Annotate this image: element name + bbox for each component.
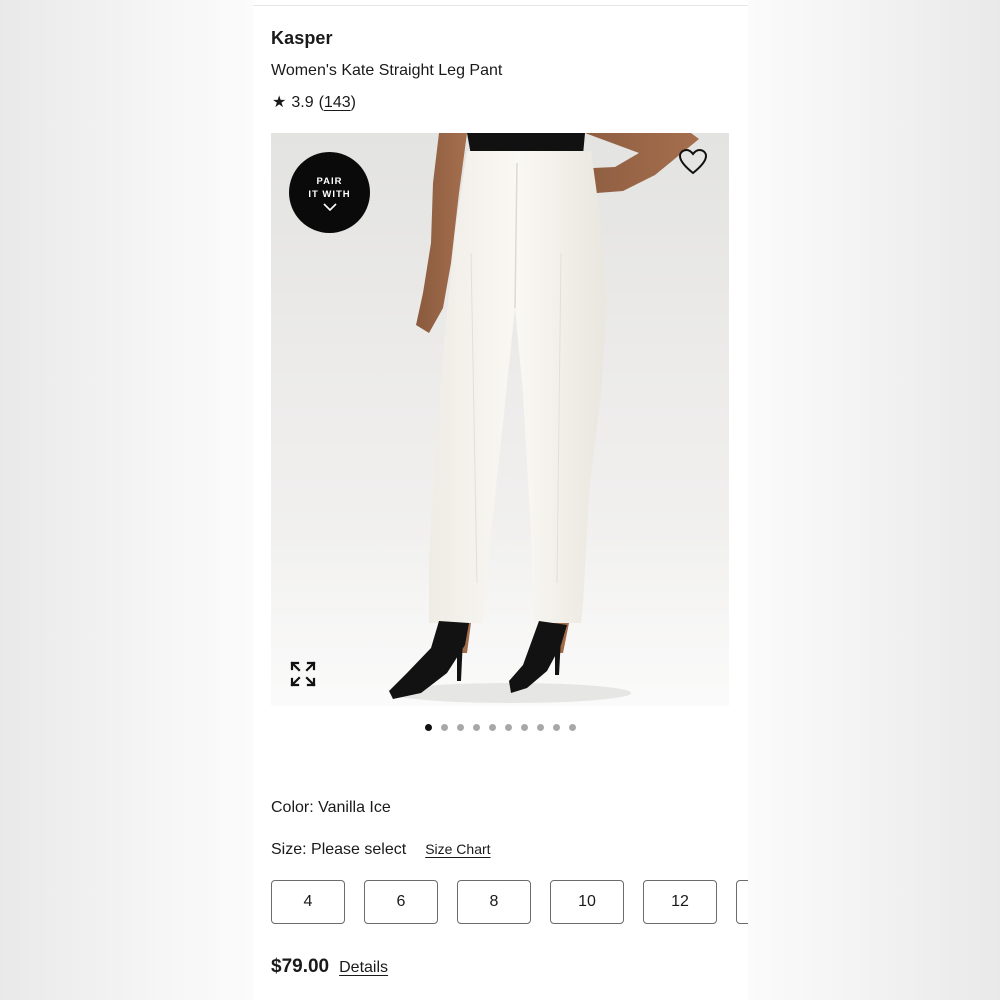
size-header: Size: Please select Size Chart	[271, 841, 491, 859]
carousel-dot[interactable]	[473, 724, 480, 731]
carousel-dot[interactable]	[441, 724, 448, 731]
size-option-12[interactable]: 12	[643, 880, 717, 924]
review-count-link[interactable]: (143)	[319, 94, 356, 112]
size-option-4[interactable]: 4	[271, 880, 345, 924]
carousel-dot[interactable]	[489, 724, 496, 731]
size-label: Size: Please select	[271, 841, 407, 858]
carousel-dot[interactable]	[537, 724, 544, 731]
star-icon: ★	[272, 94, 287, 111]
size-options: 4 6 8 10 12	[271, 880, 748, 924]
details-link[interactable]: Details	[339, 959, 388, 977]
carousel-dot[interactable]	[505, 724, 512, 731]
rating-value: 3.9	[291, 94, 314, 111]
color-label: Color: Vanilla Ice	[271, 799, 391, 816]
size-option-partial[interactable]	[736, 880, 748, 924]
badge-line-2: IT WITH	[308, 188, 351, 200]
rating-summary[interactable]: ★ 3.9 (143)	[272, 94, 356, 112]
price-row: $79.00 Details	[271, 956, 388, 978]
size-option-10[interactable]: 10	[550, 880, 624, 924]
badge-line-1: PAIR	[316, 175, 343, 187]
size-option-8[interactable]: 8	[457, 880, 531, 924]
carousel-dot[interactable]	[569, 724, 576, 731]
paren-close: )	[350, 94, 356, 111]
carousel-dot[interactable]	[457, 724, 464, 731]
expand-icon[interactable]	[290, 661, 316, 687]
size-option-6[interactable]: 6	[364, 880, 438, 924]
brand-name[interactable]: Kasper	[271, 28, 333, 49]
carousel-dot[interactable]	[521, 724, 528, 731]
background-left	[0, 0, 253, 1000]
pair-it-with-badge[interactable]: PAIR IT WITH	[289, 152, 370, 233]
review-count[interactable]: 143	[324, 94, 351, 111]
background-right	[748, 0, 1000, 1000]
product-page: Kasper Women's Kate Straight Leg Pant ★ …	[253, 0, 748, 1000]
carousel-dot[interactable]	[553, 724, 560, 731]
product-image[interactable]: PAIR IT WITH	[271, 133, 729, 706]
carousel-dot[interactable]	[425, 724, 432, 731]
size-chart-link[interactable]: Size Chart	[425, 841, 490, 857]
heart-icon[interactable]	[679, 149, 707, 175]
chevron-down-icon	[322, 202, 337, 211]
product-title: Women's Kate Straight Leg Pant	[271, 62, 503, 79]
top-divider	[253, 5, 748, 6]
price: $79.00	[271, 956, 330, 977]
carousel-dots	[253, 724, 748, 731]
